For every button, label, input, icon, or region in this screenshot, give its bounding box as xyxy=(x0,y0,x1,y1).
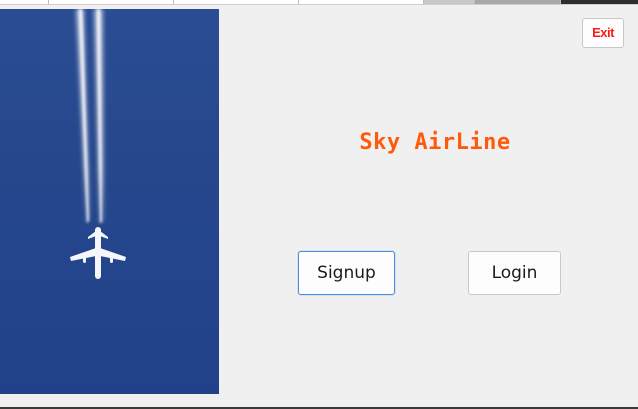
main-window: Sky AirLine Exit Signup Login xyxy=(0,0,638,409)
tab-strip-segment xyxy=(174,0,299,4)
airplane-image xyxy=(0,9,219,394)
tab-strip-segment xyxy=(424,0,475,4)
exit-button[interactable]: Exit xyxy=(582,18,624,48)
tab-strip-segment xyxy=(475,0,561,4)
airplane-contrail-icon xyxy=(70,9,126,279)
app-title: Sky AirLine xyxy=(359,130,511,155)
top-tab-strip xyxy=(0,0,638,5)
tab-strip-segment xyxy=(0,0,49,4)
tab-strip-segment xyxy=(561,0,638,4)
signup-button[interactable]: Signup xyxy=(298,251,395,295)
tab-strip-segment xyxy=(49,0,174,4)
tab-strip-segment xyxy=(299,0,424,4)
login-button[interactable]: Login xyxy=(468,251,561,295)
